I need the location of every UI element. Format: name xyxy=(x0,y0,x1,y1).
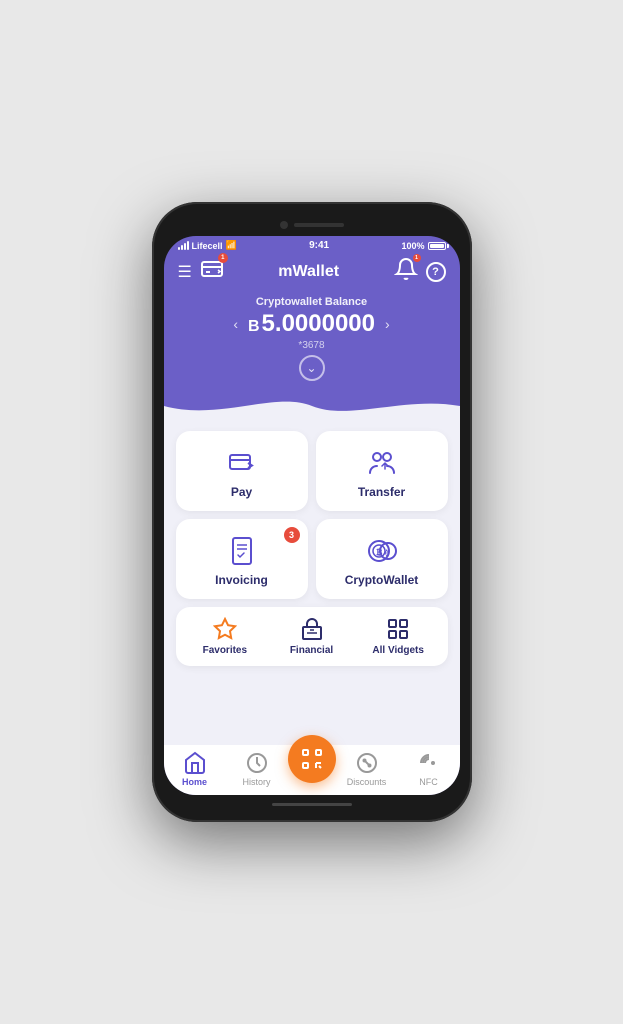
expand-button[interactable]: ⌄ xyxy=(299,355,325,381)
balance-label: Cryptowallet Balance xyxy=(184,296,440,308)
favorites-tool[interactable]: Favorites xyxy=(182,617,269,656)
phone-camera xyxy=(280,221,288,229)
balance-row: ‹ B5.0000000 › xyxy=(184,310,440,338)
signal-bars xyxy=(178,241,189,250)
header-left: ☰ 1 xyxy=(178,257,224,286)
invoicing-label: Invoicing xyxy=(215,573,268,587)
financial-icon xyxy=(300,617,324,641)
nav-home-label: Home xyxy=(182,777,207,787)
cryptowallet-icon: ₿ ⟠ xyxy=(366,535,398,567)
scan-icon xyxy=(300,747,324,771)
financial-tool[interactable]: Financial xyxy=(268,617,355,656)
balance-symbol: B xyxy=(248,318,260,335)
favorites-icon xyxy=(213,617,237,641)
nav-home[interactable]: Home xyxy=(164,751,226,787)
services-grid: Pay Transfer 3 xyxy=(176,431,448,599)
transfer-card[interactable]: Transfer xyxy=(316,431,448,511)
wave-container xyxy=(164,391,460,421)
nav-nfc[interactable]: NFC xyxy=(398,751,460,787)
phone-speaker xyxy=(294,223,344,227)
balance-amount: B5.0000000 xyxy=(248,310,375,338)
pay-card[interactable]: Pay xyxy=(176,431,308,511)
nfc-nav-icon xyxy=(417,751,441,775)
nav-history-label: History xyxy=(242,777,270,787)
status-time: 9:41 xyxy=(309,240,329,251)
help-icon[interactable]: ? xyxy=(426,262,446,282)
nav-history[interactable]: History xyxy=(226,751,288,787)
app-header: ☰ 1 mWallet xyxy=(164,253,460,292)
favorites-label: Favorites xyxy=(203,645,247,656)
nav-bar: Home History xyxy=(164,745,460,795)
phone-screen: Lifecell 📶 9:41 100% ☰ xyxy=(164,236,460,795)
wave-svg xyxy=(164,391,460,421)
home-nav-icon xyxy=(183,751,207,775)
pay-label: Pay xyxy=(231,485,252,499)
tools-row: Favorites Financial xyxy=(176,607,448,666)
main-content: Pay Transfer 3 xyxy=(164,421,460,745)
battery-icon xyxy=(428,242,446,250)
bottom-bar-line xyxy=(272,803,352,806)
invoicing-icon xyxy=(226,535,258,567)
phone-frame: Lifecell 📶 9:41 100% ☰ xyxy=(152,202,472,822)
financial-label: Financial xyxy=(290,645,333,656)
status-right: 100% xyxy=(401,241,445,251)
card-icon-wrapper[interactable]: 1 xyxy=(200,257,224,286)
invoicing-badge: 3 xyxy=(284,527,300,543)
all-vidgets-icon xyxy=(386,617,410,641)
cryptowallet-card[interactable]: ₿ ⟠ CryptoWallet xyxy=(316,519,448,599)
all-vidgets-label: All Vidgets xyxy=(372,645,424,656)
discounts-nav-icon xyxy=(355,751,379,775)
battery-fill xyxy=(430,244,444,248)
status-left: Lifecell 📶 xyxy=(178,240,237,251)
nav-discounts[interactable]: Discounts xyxy=(336,751,398,787)
transfer-label: Transfer xyxy=(358,485,405,499)
bell-wrapper[interactable]: 1 xyxy=(394,257,418,286)
menu-icon[interactable]: ☰ xyxy=(178,262,192,282)
all-vidgets-tool[interactable]: All Vidgets xyxy=(355,617,442,656)
history-nav-icon xyxy=(245,751,269,775)
header-right: 1 ? xyxy=(394,257,446,286)
cryptowallet-label: CryptoWallet xyxy=(345,573,419,587)
status-bar: Lifecell 📶 9:41 100% xyxy=(164,236,460,253)
battery-label: 100% xyxy=(401,241,424,251)
scan-button[interactable] xyxy=(288,735,336,783)
phone-notch xyxy=(164,214,460,236)
app-title: mWallet xyxy=(278,263,339,281)
nav-scan-wrapper xyxy=(288,755,336,783)
pay-icon xyxy=(226,447,258,479)
bell-badge: 1 xyxy=(413,254,421,262)
account-number: *3678 xyxy=(184,340,440,351)
svg-text:⟠: ⟠ xyxy=(384,549,389,557)
nav-nfc-label: NFC xyxy=(419,777,438,787)
balance-next-arrow[interactable]: › xyxy=(385,316,390,332)
balance-section: Cryptowallet Balance ‹ B5.0000000 › *367… xyxy=(164,292,460,391)
invoicing-card[interactable]: 3 Invoicing xyxy=(176,519,308,599)
card-badge: 1 xyxy=(218,253,228,263)
wifi-icon: 📶 xyxy=(226,240,237,251)
phone-bottom-bar xyxy=(164,795,460,810)
balance-prev-arrow[interactable]: ‹ xyxy=(233,316,238,332)
carrier-label: Lifecell xyxy=(192,241,223,251)
transfer-icon xyxy=(366,447,398,479)
nav-discounts-label: Discounts xyxy=(347,777,387,787)
